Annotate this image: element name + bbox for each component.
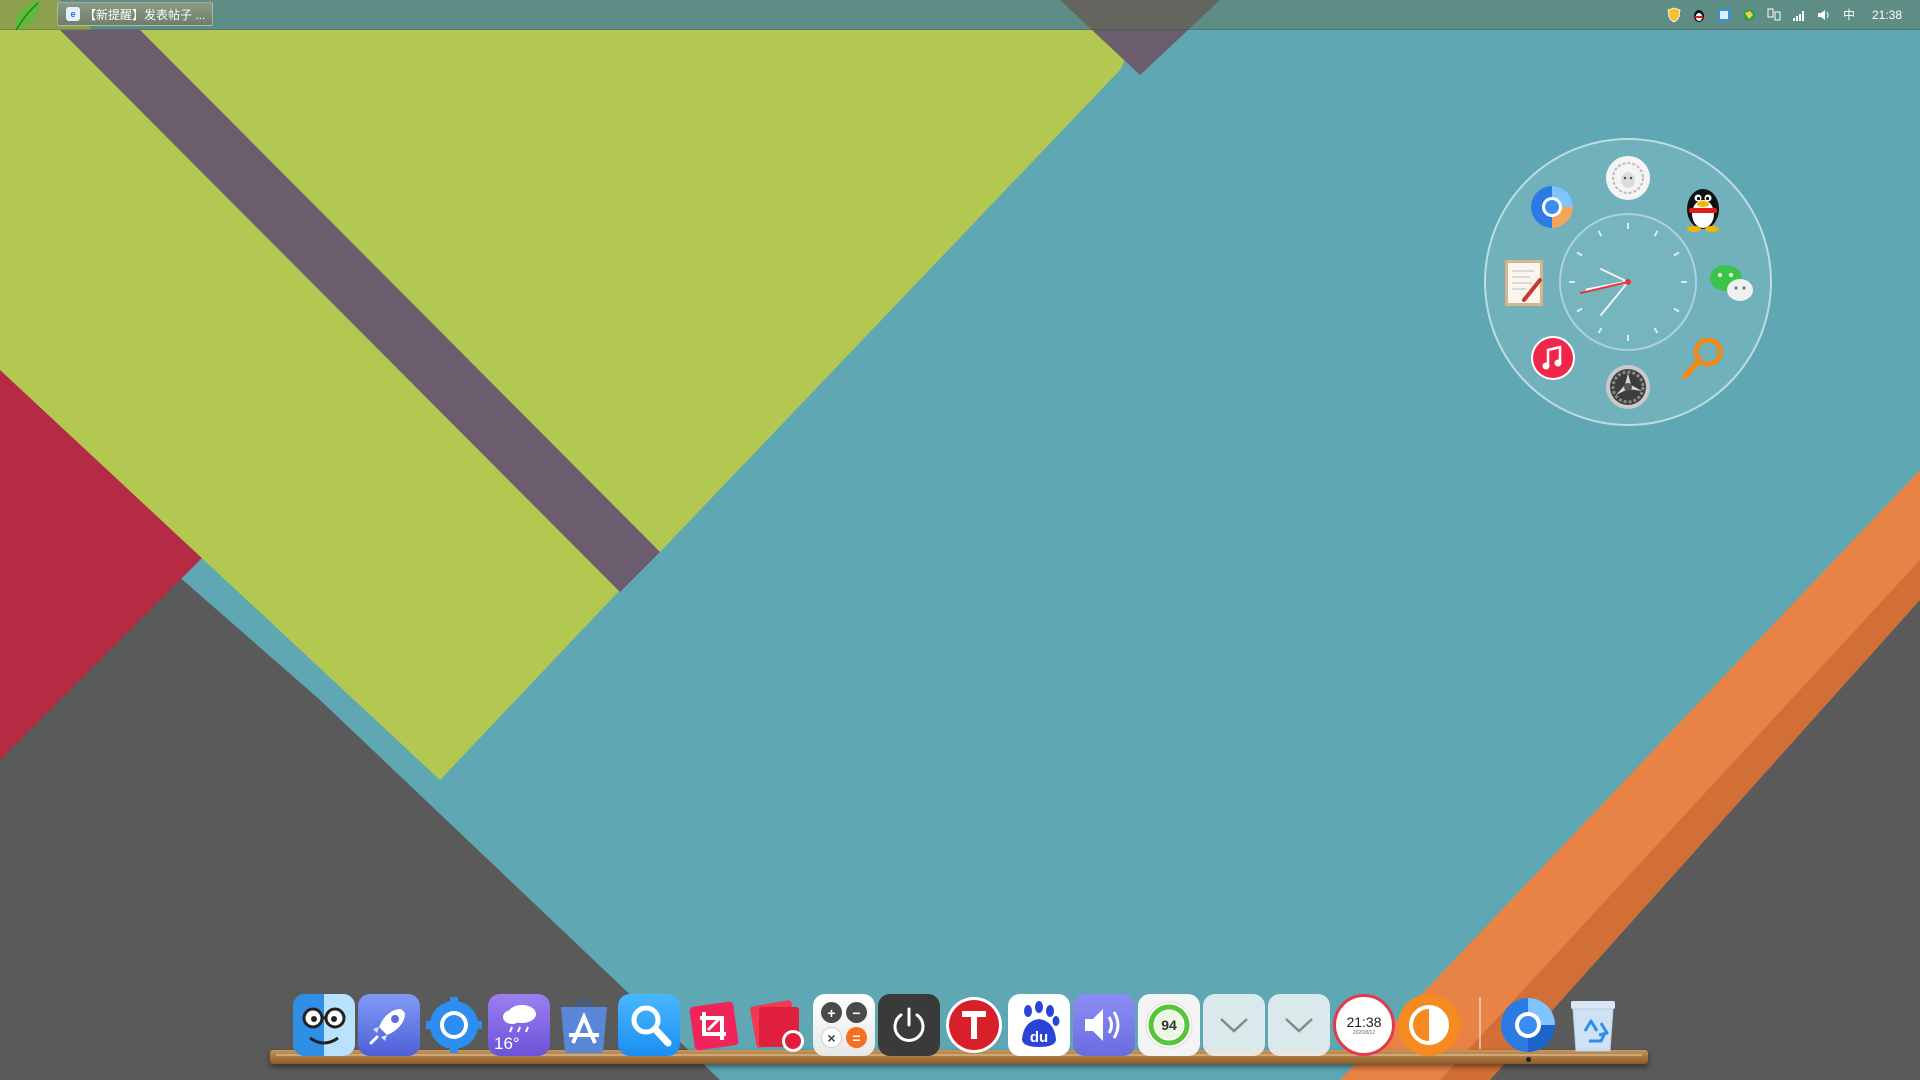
finder-face-icon <box>293 994 355 1056</box>
blue-gear-icon <box>426 997 482 1053</box>
dock-item-recycle-bin[interactable] <box>1562 994 1624 1056</box>
chevron-down-icon <box>1285 1018 1313 1033</box>
ring-app-chrome[interactable] <box>1527 182 1577 232</box>
dock-item-weather[interactable]: 16° <box>488 994 550 1056</box>
volume-icon[interactable] <box>1816 7 1832 23</box>
dock-item-power[interactable] <box>878 994 940 1056</box>
record-icon <box>750 1000 804 1052</box>
dock-item-baidu[interactable]: du <box>1008 994 1070 1056</box>
dock-item-drawer-2[interactable] <box>1268 994 1330 1056</box>
taskbar-clock[interactable]: 21:38 <box>1872 8 1902 22</box>
dock-item-typora[interactable] <box>943 994 1005 1056</box>
crop-icon <box>689 1001 739 1051</box>
dock-item-battery[interactable]: 94 <box>1138 994 1200 1056</box>
taskbar-window-button[interactable]: e 【新提醒】发表帖子 ... <box>57 2 213 26</box>
baidu-label: du <box>1030 1029 1048 1046</box>
system-tray: 中 21:38 <box>1666 0 1920 29</box>
network-globe-icon[interactable] <box>1741 7 1757 23</box>
chrome-icon <box>1501 998 1555 1052</box>
dock-item-calculator[interactable]: + − × = <box>813 994 875 1056</box>
recycle-bin-icon <box>1571 1001 1615 1052</box>
leaf-start-icon[interactable] <box>12 0 42 32</box>
baidu-paw-icon: du <box>1022 1001 1060 1047</box>
clock-app-date: 2020/8/12 <box>1352 1029 1376 1036</box>
network-connection-icon[interactable] <box>1766 7 1782 23</box>
clock-app-time: 21:38 <box>1346 1013 1382 1030</box>
battery-ring-icon: 94 <box>1145 1001 1193 1049</box>
app-store-icon <box>561 999 607 1053</box>
notes-icon[interactable] <box>1716 7 1732 23</box>
rocket-icon <box>369 1009 405 1045</box>
ring-app-search[interactable] <box>1678 333 1728 383</box>
calculator-icon: + − × = <box>821 1002 867 1048</box>
dock-item-finder[interactable] <box>293 994 355 1056</box>
desktop: e 【新提醒】发表帖子 ... 中 21:38 16° + − × = du 9… <box>0 0 1920 1080</box>
magnifier-icon <box>631 1005 672 1047</box>
ring-app-music[interactable] <box>1528 333 1578 383</box>
dock-item-search[interactable] <box>618 994 680 1056</box>
speaker-icon <box>1085 1009 1120 1041</box>
chevron-down-icon <box>1220 1018 1248 1033</box>
ring-analog-clock <box>1559 213 1697 351</box>
music-icon <box>1531 336 1575 380</box>
qq-penguin-icon <box>1687 189 1719 232</box>
clock-face <box>1569 223 1687 341</box>
signal-bars-icon[interactable] <box>1791 7 1807 23</box>
dock-item-brightness[interactable] <box>1398 994 1460 1056</box>
qq-penguin-icon[interactable] <box>1691 7 1707 23</box>
taskbar-window-title: 【新提醒】发表帖子 ... <box>84 7 206 22</box>
weather-temperature: 16° <box>494 1034 520 1053</box>
ring-app-text-editor[interactable] <box>1499 258 1549 308</box>
wechat-icon <box>1710 265 1753 301</box>
t-icon <box>946 997 1002 1053</box>
browser-icon: e <box>66 7 80 21</box>
dock-item-drawer-1[interactable] <box>1203 994 1265 1056</box>
input-method-indicator[interactable]: 中 <box>1841 7 1857 23</box>
ring-app-system-preferences[interactable] <box>1603 362 1653 412</box>
rain-cloud-icon <box>503 1005 536 1033</box>
dock-item-volume[interactable] <box>1073 994 1135 1056</box>
dock-item-clock[interactable]: 21:38 2020/8/12 <box>1333 994 1395 1056</box>
dock-item-chrome[interactable] <box>1497 994 1559 1056</box>
dock-item-screenshot-crop[interactable] <box>683 994 745 1056</box>
chrome-icon <box>1531 186 1573 228</box>
lion-icon <box>1606 156 1650 200</box>
dock-item-app-store[interactable] <box>553 994 615 1056</box>
shield-icon[interactable] <box>1666 7 1682 23</box>
notepad-icon <box>1505 260 1543 306</box>
half-circle-icon <box>1409 1005 1449 1045</box>
dock-separator <box>1479 997 1481 1049</box>
ring-app-qq[interactable] <box>1678 182 1728 232</box>
dock-item-screen-recorder[interactable] <box>748 994 810 1056</box>
top-taskbar: e 【新提醒】发表帖子 ... 中 21:38 <box>0 0 1920 32</box>
ring-app-wechat[interactable] <box>1707 258 1757 308</box>
power-icon <box>893 1007 925 1042</box>
gear-icon <box>1606 365 1650 409</box>
ring-app-lion[interactable] <box>1603 153 1653 203</box>
running-indicator <box>1526 1057 1531 1062</box>
magnifier-icon <box>1682 337 1723 379</box>
battery-value: 94 <box>1161 1017 1177 1033</box>
dock-item-launchpad[interactable] <box>358 994 420 1056</box>
dock-item-settings[interactable] <box>423 994 485 1056</box>
